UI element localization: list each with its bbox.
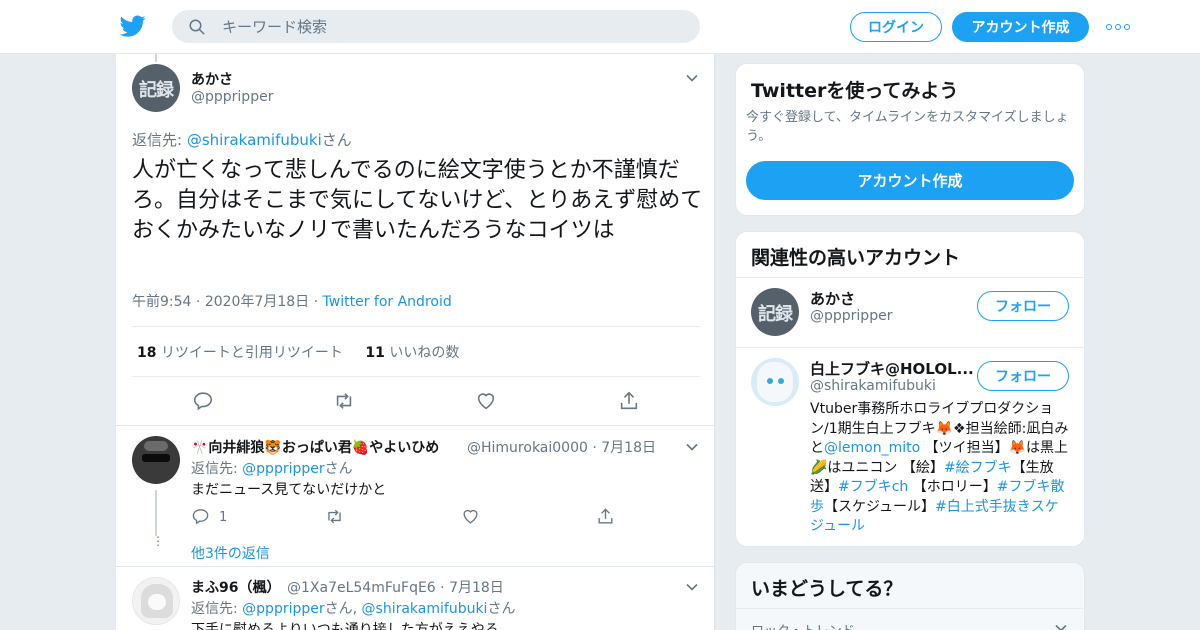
divider [116, 566, 714, 567]
retweet-count: 18 [137, 345, 157, 361]
reply-to-handle-link[interactable]: @shirakamifubuki [187, 131, 322, 149]
reply-to-prefix: 返信先: [191, 601, 243, 617]
like-stat[interactable]: 11 いいねの数 [365, 345, 459, 361]
reply-author-name[interactable]: まふ96（楓） [191, 577, 280, 597]
tweet-date[interactable]: 2020年7月18日 [205, 294, 309, 310]
twitter-bird-icon[interactable] [120, 13, 146, 39]
reply-to-line: 返信先: @pppripperさん [191, 458, 353, 478]
related-account-bio: Vtuber事務所ホロライブプロダクション/1期生白上フブキ🦊❖担当絵師:凪白み… [810, 400, 1072, 537]
bio-link[interactable]: @lemon_mito [824, 440, 920, 456]
search-input[interactable] [222, 17, 682, 36]
bio-link[interactable]: #絵フブキ [944, 460, 1012, 476]
share-icon[interactable] [596, 507, 615, 526]
reply-date[interactable]: 7月18日 [601, 440, 656, 456]
reply-to-line: 返信先: @pppripperさん, @shirakamifubukiさん [191, 598, 515, 618]
reply-author-handle[interactable]: @Himurokai0000 [467, 440, 588, 456]
like-label: いいねの数 [389, 345, 460, 361]
tweet-author-handle[interactable]: @pppripper [191, 89, 273, 105]
chevron-down-icon[interactable] [685, 440, 699, 454]
tweet-author-name[interactable]: あかさ [191, 69, 233, 89]
reply-to-suffix: さん [324, 461, 353, 477]
bio-text: 【ホロリー】 [908, 479, 997, 495]
chevron-down-icon[interactable] [685, 71, 699, 85]
reply-meta: @1Xa7eL54mFuFqE6 · 7月18日 [287, 580, 504, 596]
tweet-text: 人が亡くなって悲しんでるのに絵文字使うとか不謹慎だろ。自分はそこまで気にしてない… [132, 158, 703, 243]
related-account-name[interactable]: あかさ [810, 288, 855, 309]
signup-card-title: Twitterを使ってみよう [751, 80, 959, 102]
avatar[interactable] [132, 436, 180, 484]
reply-meta: @Himurokai0000 · 7月18日 [467, 440, 656, 456]
reply-date[interactable]: 7月18日 [449, 580, 504, 596]
tweet-source-link[interactable]: Twitter for Android [323, 294, 452, 310]
tweet-meta: 午前9:54 · 2020年7月18日 · Twitter for Androi… [132, 294, 452, 310]
related-account-handle[interactable]: @pppripper [810, 308, 892, 324]
divider [116, 425, 714, 426]
related-account-handle[interactable]: @shirakamifubuki [810, 378, 936, 394]
login-button[interactable]: ログイン [850, 12, 942, 42]
bio-text: 【スケジュール】 [824, 498, 936, 515]
reply-to-line: 返信先: @shirakamifubukiさん [132, 129, 352, 150]
divider [132, 376, 700, 377]
reply-to-handle-link[interactable]: @pppripper [242, 601, 324, 617]
signup-card: Twitterを使ってみよう 今すぐ登録して、タイムラインをカスタマイズしましょ… [735, 63, 1085, 216]
more-menu-icon[interactable] [1106, 20, 1130, 34]
tweet-time[interactable]: 午前9:54 [132, 294, 191, 310]
reply-to-suffix: さん [321, 131, 352, 149]
reply-author-handle[interactable]: @1Xa7eL54mFuFqE6 [287, 580, 436, 596]
like-icon[interactable] [461, 507, 480, 526]
reply-count: 1 [219, 510, 228, 525]
like-count: 11 [365, 345, 385, 361]
chevron-down-icon[interactable] [685, 580, 699, 594]
reply-to-separator: さん, [324, 601, 362, 617]
tweet-stats: 18 リツイートと引用リツイート 11 いいねの数 [137, 342, 459, 362]
divider [736, 608, 1084, 609]
reply-to-handle-link[interactable]: @pppripper [242, 461, 324, 477]
reply-to-prefix: 返信先: [132, 131, 187, 149]
signup-card-subtitle: 今すぐ登録して、タイムラインをカスタマイズしましょう。 [746, 110, 1069, 144]
reply-to-prefix: 返信先: [191, 461, 243, 477]
avatar[interactable]: 記録 [132, 64, 180, 112]
signup-card-button[interactable]: アカウント作成 [746, 161, 1074, 200]
related-accounts-title: 関連性の高いアカウント [751, 247, 961, 269]
avatar-text: 記録 [139, 80, 174, 101]
main-timeline: 記録 あかさ @pppripper 返信先: @shirakamifubukiさ… [115, 54, 715, 630]
reply-author-name[interactable]: 🎌向井緋狼🐯おっぱい君🍓やよいひめ [191, 437, 439, 457]
top-bar: ログイン アカウント作成 [0, 0, 1200, 54]
thread-connector [155, 54, 157, 62]
divider [736, 347, 1084, 348]
reply-to-suffix: さん [487, 601, 516, 617]
avatar[interactable]: 記録 [751, 288, 799, 336]
avatar[interactable] [751, 358, 799, 406]
follow-button[interactable]: フォロー [977, 291, 1069, 321]
reply-text: 下手に慰めるよりいつも通り接した方がええやろ [191, 622, 499, 630]
search-icon [189, 19, 205, 34]
like-icon[interactable] [475, 390, 497, 412]
avatar-text: 記録 [758, 304, 793, 325]
share-icon[interactable] [618, 390, 640, 412]
related-accounts-card: 関連性の高いアカウント 記録 あかさ @pppripper フォロー 白上フブキ… [735, 231, 1085, 547]
reply-icon[interactable] [192, 390, 214, 412]
bio-link[interactable]: #フブキch [838, 479, 908, 495]
signup-button[interactable]: アカウント作成 [952, 12, 1089, 42]
reply-text: まだニュース見てないだけかと [191, 482, 387, 498]
chevron-down-icon[interactable] [1054, 621, 1068, 630]
related-account-name[interactable]: 白上フブキ@HOLOL... [810, 358, 974, 379]
divider [736, 277, 1084, 278]
trend-label: ロック・トレンド [751, 620, 855, 630]
trends-card: いまどうしてる？ ロック・トレンド [735, 562, 1085, 630]
avatar[interactable] [132, 577, 180, 625]
reply-to-handle-link[interactable]: @shirakamifubuki [362, 601, 488, 617]
retweet-stat[interactable]: 18 リツイートと引用リツイート [137, 345, 343, 361]
reply-icon[interactable] [191, 507, 210, 526]
follow-button[interactable]: フォロー [977, 361, 1069, 391]
more-replies-link[interactable]: 他3件の返信 [191, 543, 270, 563]
search-box[interactable] [172, 10, 700, 43]
trends-title: いまどうしてる？ [751, 578, 903, 600]
thread-dots: ⋮ [152, 534, 164, 548]
retweet-icon[interactable] [333, 390, 355, 412]
retweet-icon[interactable] [325, 507, 344, 526]
thread-connector [155, 490, 157, 536]
retweet-label: リツイートと引用リツイート [160, 345, 343, 361]
divider [132, 326, 700, 327]
